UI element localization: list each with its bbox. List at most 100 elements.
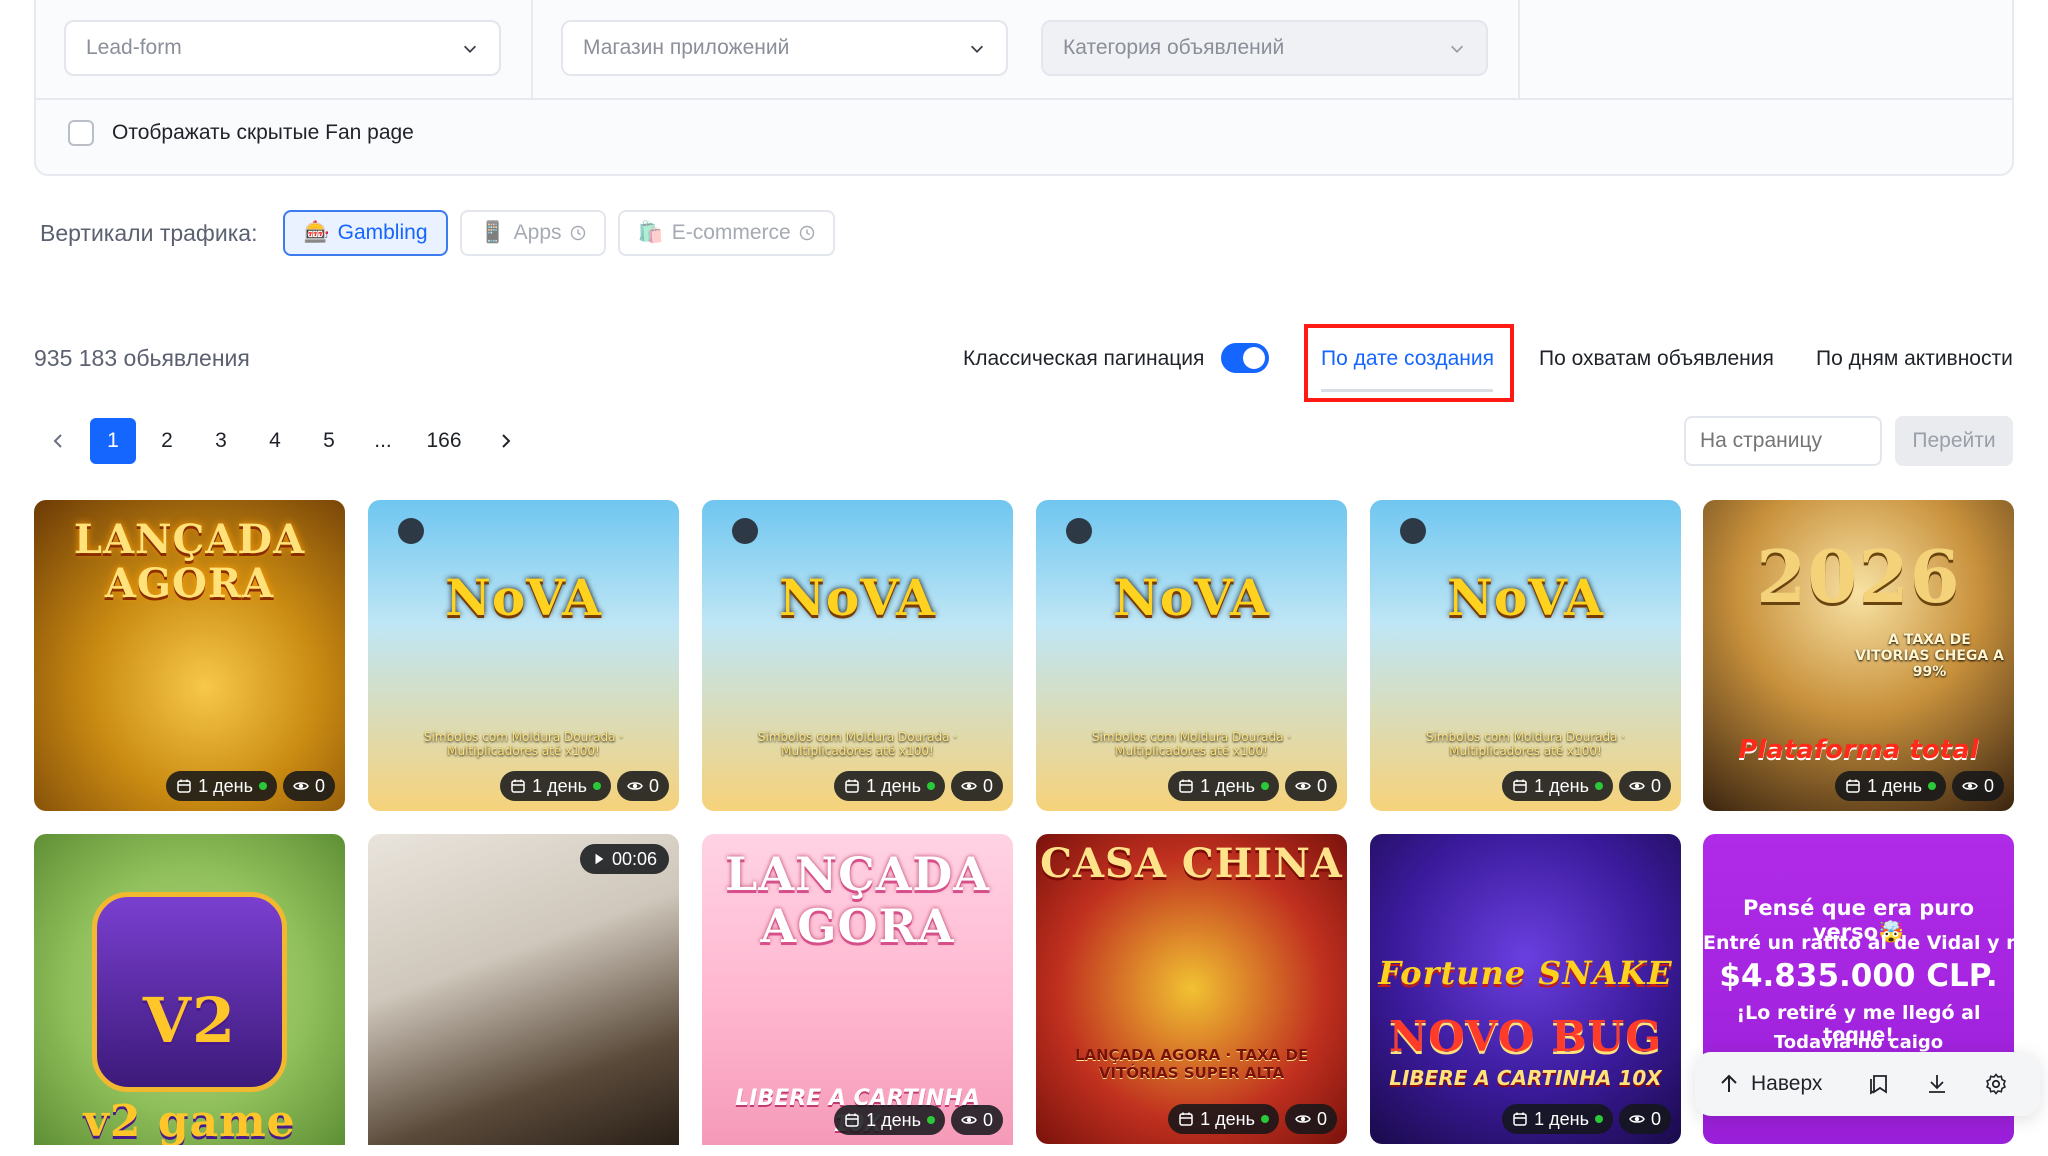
ad-card[interactable]: CASA CHINA LANÇADA AGORA · TAXA DE VITÓR… <box>1036 834 1347 1144</box>
ad-headline: 2026 <box>1756 534 1961 619</box>
ad-headline: NoVA <box>1113 568 1270 627</box>
page-button[interactable]: 5 <box>306 418 352 464</box>
floating-toolbar: Наверх <box>1695 1052 2040 1116</box>
days-badge: 1 день <box>500 771 611 801</box>
clock-icon <box>799 225 814 241</box>
shopping-bags-icon: 🛍️ <box>637 221 664 244</box>
bookmarks-button[interactable] <box>1856 1061 1901 1107</box>
vertical-chip-apps[interactable]: 📱 Apps <box>459 210 606 256</box>
settings-button[interactable] <box>1973 1061 2018 1107</box>
ad-headline: LANÇADA AGORA <box>73 516 306 607</box>
views-badge: 0 <box>282 771 335 801</box>
ad-card[interactable]: LANÇADA AGORA 1 день 0 <box>34 500 345 811</box>
lead-form-select[interactable]: Lead-form <box>64 20 501 76</box>
ad-badges: 1 день 0 <box>500 771 669 801</box>
verticals-label: Вертикали трафика: <box>40 219 258 246</box>
go-button[interactable]: Перейти <box>1895 416 2013 466</box>
eye-icon <box>293 782 309 790</box>
ad-headline: NoVA <box>445 568 602 627</box>
page-button[interactable]: 2 <box>144 418 190 464</box>
days-badge: 1 день <box>1168 1104 1279 1134</box>
show-hidden-label: Отображать скрытые Fan page <box>112 121 414 144</box>
sort-by-created[interactable]: По дате создания <box>1321 347 1494 371</box>
ad-extra-text-2: Todavía no caigo <box>1773 1032 1944 1053</box>
filter-row: Lead-form Магазин приложений Категория о… <box>36 0 2012 100</box>
active-dot <box>1927 782 1936 790</box>
ad-amount: $4.835.000 CLP. <box>1719 958 1998 994</box>
eye-icon <box>1629 782 1645 790</box>
lobby-logo-icon <box>398 518 424 544</box>
slot-machine-icon: 🎰 <box>303 221 330 244</box>
sort-by-reach[interactable]: По охватам объявления <box>1539 347 1774 371</box>
active-dot <box>1260 782 1269 790</box>
views-value: 0 <box>648 775 659 796</box>
views-value: 0 <box>1316 1108 1327 1129</box>
show-hidden-row[interactable]: Отображать скрытые Fan page <box>68 120 414 146</box>
ad-card[interactable]: NoVA Símbolos com Moldura Dourada · Mult… <box>702 500 1013 811</box>
ad-card[interactable]: V2 v2 game <box>34 834 345 1145</box>
ad-card[interactable]: NoVA Símbolos com Moldura Dourada · Mult… <box>368 500 679 811</box>
next-page-button[interactable] <box>482 418 528 464</box>
ad-badges: 1 день 0 <box>166 771 335 801</box>
eye-icon <box>961 782 977 790</box>
views-value: 0 <box>982 1109 993 1130</box>
ad-headline: NoVA <box>1447 568 1604 627</box>
vertical-chip-label: E-commerce <box>671 221 791 244</box>
ad-card[interactable]: NoVA Símbolos com Moldura Dourada · Mult… <box>1036 500 1347 811</box>
phone-icon: 📱 <box>479 221 506 244</box>
views-badge: 0 <box>1284 771 1337 801</box>
eye-icon <box>961 1116 977 1124</box>
page-button[interactable]: 3 <box>198 418 244 464</box>
chevron-left-icon <box>53 434 62 448</box>
ad-badges: 1 день 0 <box>834 1105 1003 1135</box>
ad-subtext: Símbolos com Moldura Dourada · Multiplic… <box>1091 730 1292 758</box>
active-dot <box>592 782 601 790</box>
ad-card[interactable]: Fortune SNAKE NOVO BUG LIBERE A CARTINHA… <box>1370 834 1681 1144</box>
app-store-select-value: Магазин приложений <box>583 36 790 59</box>
chevron-down-icon <box>463 45 477 53</box>
sort-by-active-days[interactable]: По дням активности <box>1816 347 2013 371</box>
page-button[interactable]: 1 <box>90 418 136 464</box>
ad-headline: NOVO BUG <box>1388 1012 1663 1061</box>
ad-card[interactable]: 2026 A TAXA DE VITORIAS CHEGA A 99% Plat… <box>1703 500 2014 811</box>
clock-icon <box>570 225 585 241</box>
filter-divider <box>1518 0 1520 100</box>
views-value: 0 <box>1650 775 1661 796</box>
eye-icon <box>1962 782 1978 790</box>
calendar-icon <box>511 779 525 793</box>
ad-category-select-value: Категория объявлений <box>1063 36 1285 59</box>
page-button[interactable]: 166 <box>414 418 474 464</box>
download-button[interactable] <box>1915 1061 1960 1107</box>
ad-image <box>368 500 679 811</box>
ad-badges: 1 день 0 <box>1502 1104 1671 1134</box>
days-value: 1 день <box>532 775 587 796</box>
views-value: 0 <box>1316 775 1327 796</box>
ad-badges: 1 день 0 <box>1835 771 2004 801</box>
ad-extra-text: Plataforma total <box>1738 735 1979 765</box>
show-hidden-checkbox[interactable] <box>68 120 94 146</box>
ad-badges: 1 день 0 <box>1168 1104 1337 1134</box>
lobby-logo-icon <box>1066 518 1092 544</box>
views-badge: 0 <box>1618 771 1671 801</box>
classic-pagination-toggle[interactable] <box>1221 343 1269 373</box>
vertical-chip-ecommerce[interactable]: 🛍️ E-commerce <box>617 210 835 256</box>
app-store-select[interactable]: Магазин приложений <box>561 20 1008 76</box>
days-value: 1 день <box>1200 1108 1255 1129</box>
calendar-icon <box>1846 779 1860 793</box>
vertical-chip-gambling[interactable]: 🎰 Gambling <box>283 210 448 256</box>
eye-icon <box>1629 1115 1645 1123</box>
ad-badges: 1 день 0 <box>1502 771 1671 801</box>
calendar-icon <box>1513 779 1527 793</box>
ad-card[interactable]: LANÇADA AGORA LIBERE A CARTINHA 10X 1 де… <box>702 834 1013 1145</box>
calendar-icon <box>1513 1112 1527 1126</box>
days-badge: 1 день <box>1502 771 1613 801</box>
page-button[interactable]: 4 <box>252 418 298 464</box>
ad-category-select[interactable]: Категория объявлений <box>1041 20 1488 76</box>
per-page-input[interactable] <box>1684 416 1882 466</box>
ad-card[interactable]: 00:06 <box>368 834 679 1145</box>
ad-image <box>1370 500 1681 811</box>
scroll-to-top-button[interactable]: Наверх <box>1717 1072 1822 1096</box>
prev-page-button[interactable] <box>36 418 82 464</box>
ad-subtext: Símbolos com Moldura Dourada · Multiplic… <box>423 730 624 758</box>
ad-card[interactable]: NoVA Símbolos com Moldura Dourada · Mult… <box>1370 500 1681 811</box>
